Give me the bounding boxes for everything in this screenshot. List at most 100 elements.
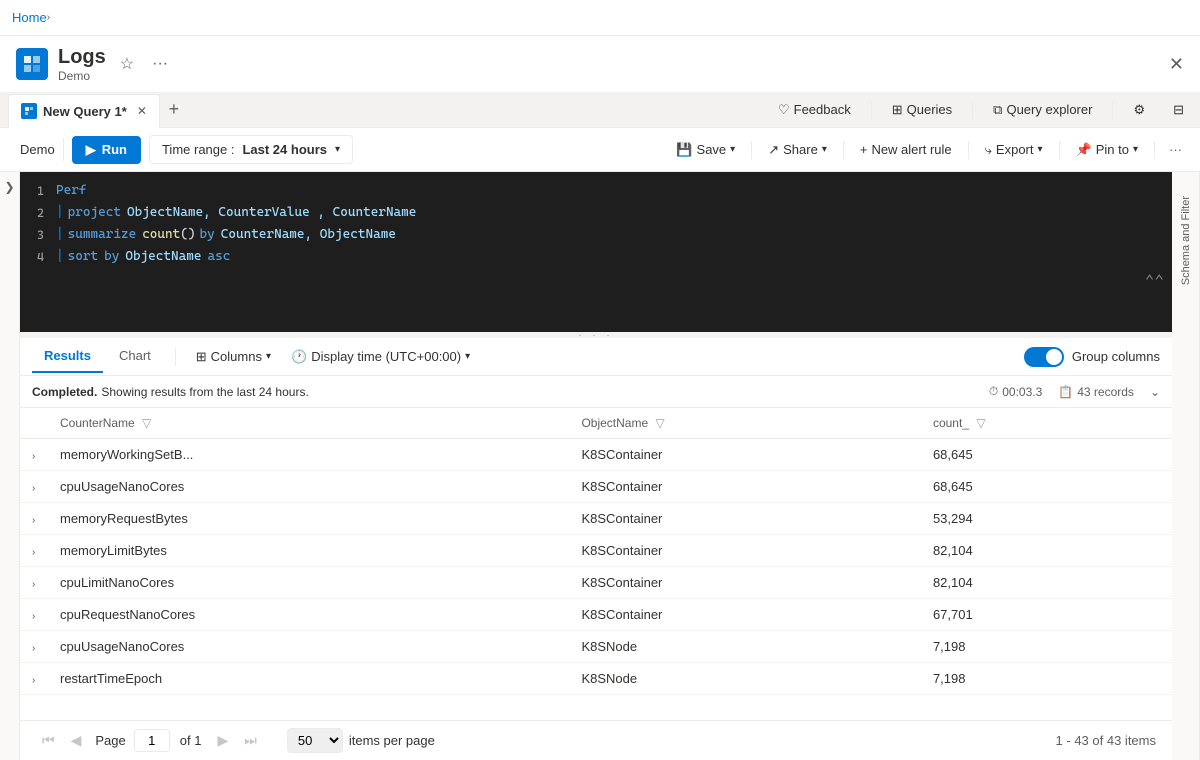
row-expand-icon[interactable]: › [32, 547, 35, 558]
tab-sep-1 [871, 101, 872, 119]
columns-button[interactable]: ⊞ Columns ▾ [188, 345, 279, 369]
export-button[interactable]: ⤷ Export ▾ [977, 138, 1051, 162]
row-expand-icon[interactable]: › [32, 451, 35, 462]
share-button[interactable]: ↗ Share ▾ [760, 138, 835, 162]
counter-name-cell: cpuLimitNanoCores [48, 567, 569, 599]
row-expand-icon[interactable]: › [32, 483, 35, 494]
save-chevron: ▾ [730, 144, 735, 155]
page-input[interactable] [134, 729, 170, 752]
save-button[interactable]: 💾 Save ▾ [668, 138, 743, 162]
toggle-switch[interactable] [1024, 347, 1064, 367]
row-expand-icon[interactable]: › [32, 643, 35, 654]
row-expand-icon[interactable]: › [32, 611, 35, 622]
row-expand-icon[interactable]: › [32, 579, 35, 590]
schema-filter-sidebar[interactable]: Schema and Filter [1172, 172, 1200, 760]
share-icon: ↗ [768, 142, 779, 158]
page-label: Page [95, 733, 125, 748]
more-toolbar-button[interactable]: ··· [1163, 138, 1188, 161]
counter-name-cell: memoryWorkingSetB... [48, 439, 569, 471]
favorite-icon[interactable]: ☆ [116, 50, 138, 78]
close-button[interactable]: ✕ [1169, 54, 1184, 75]
table-row: › cpuUsageNanoCores K8SNode 7,198 [20, 631, 1172, 663]
counter-name-label: CounterName [60, 416, 135, 430]
tab-label: New Query 1* [43, 104, 127, 119]
object-name-cell: K8SNode [569, 631, 921, 663]
new-alert-label: New alert rule [871, 142, 951, 157]
time-range-button[interactable]: Time range : Last 24 hours ▾ [149, 135, 353, 164]
page-navigation: ⏮ ◀ Page of 1 ▶ ⏭ [36, 728, 263, 753]
tab-add-button[interactable]: + [160, 96, 188, 124]
object-name-filter[interactable]: ▽ [655, 416, 664, 430]
row-expand-icon[interactable]: › [32, 515, 35, 526]
count-cell: 67,701 [921, 599, 1172, 631]
side-collapse-button[interactable]: ❯ [0, 172, 20, 760]
object-name-label: ObjectName [581, 416, 648, 430]
code-text-2: ObjectName, CounterValue , CounterName [127, 202, 416, 224]
pipe-4: | [56, 246, 64, 268]
columns-icon: ⊞ [196, 349, 207, 365]
counter-name-cell: memoryRequestBytes [48, 503, 569, 535]
editor-area: 1 Perf 2 | project ObjectName, CounterVa… [20, 172, 1172, 760]
code-line-3: 3 | summarize count () by CounterName, O… [20, 224, 1172, 246]
query-explorer-button[interactable]: ⧉ Query explorer [985, 98, 1100, 122]
breadcrumb-chevron: › [47, 12, 50, 23]
tab-chart[interactable]: Chart [107, 340, 163, 373]
collapse-editor-button[interactable]: ⌃⌃ [1145, 270, 1164, 292]
pagination-summary: 1 - 43 of 43 items [1056, 733, 1156, 748]
feedback-button[interactable]: ♡ Feedback [770, 98, 859, 122]
time-range-value: Last 24 hours [242, 142, 327, 157]
tab-close-icon[interactable]: ✕ [137, 104, 147, 118]
expand-results-button[interactable]: ⌄ [1150, 385, 1160, 399]
run-label: Run [102, 142, 127, 157]
tab-bar-actions: ♡ Feedback ⊞ Queries ⧉ Query explorer ⚙ … [770, 98, 1192, 122]
code-text-3: CounterName, ObjectName [221, 224, 396, 246]
prev-page-button[interactable]: ◀ [65, 728, 88, 753]
row-expand-cell: › [20, 439, 48, 471]
header: Logs Demo ☆ ··· ✕ [0, 36, 1200, 92]
count-cell: 7,198 [921, 631, 1172, 663]
results-table: CounterName ▽ ObjectName ▽ count_ ▽ [20, 408, 1172, 695]
elapsed-time: ⏱ 00:03.3 [989, 384, 1042, 399]
pin-to-button[interactable]: 📌 Pin to ▾ [1068, 138, 1146, 162]
object-name-cell: K8SNode [569, 663, 921, 695]
per-page-select[interactable]: 50 100 200 [287, 728, 343, 753]
view-toggle-button[interactable]: ⊟ [1165, 98, 1192, 122]
table-row: › memoryWorkingSetB... K8SContainer 68,6… [20, 439, 1172, 471]
alert-icon: + [860, 142, 868, 157]
th-count: count_ ▽ [921, 408, 1172, 439]
counter-name-filter[interactable]: ▽ [142, 416, 151, 430]
display-time-button[interactable]: 🕐 Display time (UTC+00:00) ▾ [283, 345, 478, 369]
export-icon: ⤷ [985, 142, 992, 158]
count-filter[interactable]: ▽ [976, 416, 985, 430]
count-label: count_ [933, 416, 969, 430]
status-message: Showing results from the last 24 hours. [101, 385, 308, 399]
last-page-button[interactable]: ⏭ [238, 728, 263, 753]
new-alert-button[interactable]: + New alert rule [852, 138, 960, 161]
pagination: ⏮ ◀ Page of 1 ▶ ⏭ 50 100 200 items per p… [20, 720, 1172, 760]
first-page-button[interactable]: ⏮ [36, 728, 61, 753]
pipe-2: | [56, 202, 64, 224]
table-row: › cpuRequestNanoCores K8SContainer 67,70… [20, 599, 1172, 631]
count-cell: 7,198 [921, 663, 1172, 695]
settings-button[interactable]: ⚙ [1125, 98, 1153, 122]
row-expand-icon[interactable]: › [32, 675, 35, 686]
home-link[interactable]: Home [12, 10, 47, 25]
next-page-button[interactable]: ▶ [211, 728, 234, 753]
th-counter-name: CounterName ▽ [48, 408, 569, 439]
run-button[interactable]: ▶ Run [72, 136, 141, 164]
counter-name-cell: cpuRequestNanoCores [48, 599, 569, 631]
more-options-icon[interactable]: ··· [148, 51, 172, 77]
elapsed-time-value: 00:03.3 [1002, 385, 1042, 399]
page-of: of 1 [180, 733, 202, 748]
queries-button[interactable]: ⊞ Queries [884, 98, 960, 122]
group-columns-toggle[interactable]: Group columns [1024, 347, 1160, 367]
code-editor[interactable]: 1 Perf 2 | project ObjectName, CounterVa… [20, 172, 1172, 332]
results-tab-sep [175, 348, 176, 366]
row-expand-cell: › [20, 471, 48, 503]
tab-results[interactable]: Results [32, 340, 103, 373]
pipe-3: | [56, 224, 64, 246]
tab-new-query-1[interactable]: New Query 1* ✕ [8, 94, 160, 128]
share-chevron: ▾ [822, 144, 827, 155]
items-per-page: 50 100 200 items per page [287, 728, 435, 753]
queries-label: Queries [907, 102, 953, 117]
